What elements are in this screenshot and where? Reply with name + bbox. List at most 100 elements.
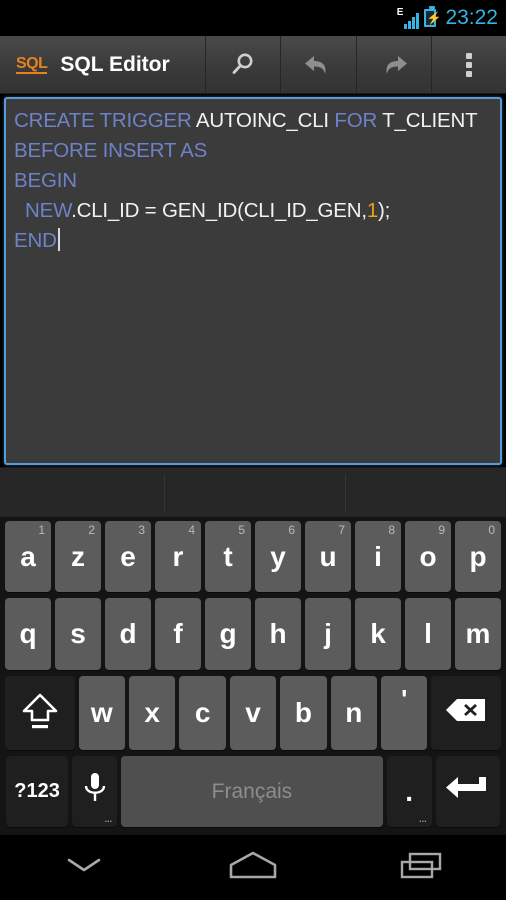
key-o[interactable]: 9o [405,521,451,592]
key-u[interactable]: 7u [305,521,351,592]
sql-editor-textarea[interactable]: CREATE TRIGGER AUTOINC_CLI FOR T_CLIENT … [4,97,502,465]
keyboard-row-2: q s d f g h j k l m [0,595,506,673]
redo-arrow-icon [378,50,410,80]
status-bar: E ⚡ 23:22 [0,0,506,36]
enter-key[interactable] [435,756,500,827]
symbols-key[interactable]: ?123 [6,756,69,827]
key-p[interactable]: 0p [455,521,501,592]
key-label: a [20,540,36,572]
key-label: z [71,540,85,572]
key-hint: 0 [488,523,495,537]
key-label: r [172,540,184,572]
suggestion-divider [345,474,346,512]
shift-arrow-icon [18,687,62,740]
sql-identifier: T_CLIENT [382,109,478,132]
search-icon [228,50,258,80]
keyboard-row-4: ?123 ... Français . ... [0,753,506,833]
key-label: o [419,540,437,572]
system-navigation-bar [0,835,506,900]
sql-keyword: CREATE TRIGGER [14,109,196,132]
space-key[interactable]: Français [121,756,383,827]
suggestion-divider [164,474,165,512]
key-b[interactable]: b [280,676,327,750]
chevron-down-icon [60,850,108,885]
key-label: y [270,540,286,572]
enter-return-icon [444,771,492,812]
text-caret [57,228,60,251]
phone-screen: E ⚡ 23:22 SQL SQL Editor CREATE TRIGGER … [0,0,506,900]
recent-apps-button[interactable] [337,835,506,900]
key-j[interactable]: j [305,598,351,670]
recent-apps-icon [394,848,450,887]
key-label: p [469,540,487,572]
key-k[interactable]: k [355,598,401,670]
status-clock: 23:22 [445,6,498,29]
key-label: e [120,540,136,572]
home-button[interactable] [169,835,338,900]
sql-keyword: NEW [14,199,72,222]
undo-button[interactable] [281,36,357,93]
key-n[interactable]: n [330,676,378,750]
battery-charging-icon: ⚡ [424,6,442,27]
key-x[interactable]: x [129,676,176,750]
shift-key[interactable] [5,676,75,750]
action-bar: SQL SQL Editor [0,36,506,94]
key-m[interactable]: m [455,598,501,670]
backspace-key[interactable] [431,676,502,750]
key-f[interactable]: f [155,598,201,670]
key-y[interactable]: 6y [255,521,301,592]
period-key[interactable]: . ... [386,756,432,827]
sql-identifier: AUTOINC_CLI [195,109,335,132]
key-hint: 9 [438,523,445,537]
key-d[interactable]: d [105,598,151,670]
key-i[interactable]: 8i [355,521,401,592]
key-hint: 7 [338,523,345,537]
key-a[interactable]: 1a [5,521,51,592]
page-title: SQL Editor [60,52,170,76]
signal-bars-icon: E [397,7,420,29]
key-h[interactable]: h [255,598,301,670]
sql-number: 1 [366,199,379,222]
back-hide-keyboard-button[interactable] [0,835,169,900]
key-label: u [319,540,337,572]
key-hint: 1 [38,523,45,537]
sql-keyword: FOR [334,109,383,132]
key-hint: 4 [188,523,195,537]
network-type-label: E [396,7,404,18]
key-hint: 5 [238,523,245,537]
key-label: . [405,775,414,807]
key-e[interactable]: 3e [105,521,151,592]
key-r[interactable]: 4r [155,521,201,592]
key-c[interactable]: c [179,676,226,750]
overflow-menu-button[interactable] [432,36,506,93]
key-hint: 8 [388,523,395,537]
soft-keyboard[interactable]: 1a 2z 3e 4r 5t 6y 7u 8i 9o 0p q s d f g … [0,517,506,835]
key-hint: 2 [88,523,95,537]
key-v[interactable]: v [229,676,277,750]
key-s[interactable]: s [55,598,101,670]
search-button[interactable] [206,36,282,93]
keyboard-row-1: 1a 2z 3e 4r 5t 6y 7u 8i 9o 0p [0,517,506,595]
sql-keyword: BEGIN [14,169,77,192]
key-g[interactable]: g [205,598,251,670]
undo-arrow-icon [302,50,334,80]
sql-identifier: ); [378,199,391,222]
key-apostrophe[interactable]: ' [381,676,428,750]
microphone-icon [82,770,108,813]
key-label: t [223,540,233,572]
key-q[interactable]: q [5,598,51,670]
overflow-menu-icon [465,50,472,80]
key-label: i [374,540,382,572]
key-z[interactable]: 2z [55,521,101,592]
key-hint: 6 [288,523,295,537]
backspace-icon [444,695,488,732]
app-title-zone[interactable]: SQL SQL Editor [0,36,206,93]
key-l[interactable]: l [405,598,451,670]
microphone-key[interactable]: ... [72,756,118,827]
key-long-press-hint: ... [419,814,427,824]
key-w[interactable]: w [78,676,125,750]
key-t[interactable]: 5t [205,521,251,592]
sql-identifier: .CLI_ID = GEN_ID(CLI_ID_GEN, [71,199,367,222]
redo-button[interactable] [357,36,432,93]
keyboard-suggestion-strip[interactable] [0,467,506,517]
